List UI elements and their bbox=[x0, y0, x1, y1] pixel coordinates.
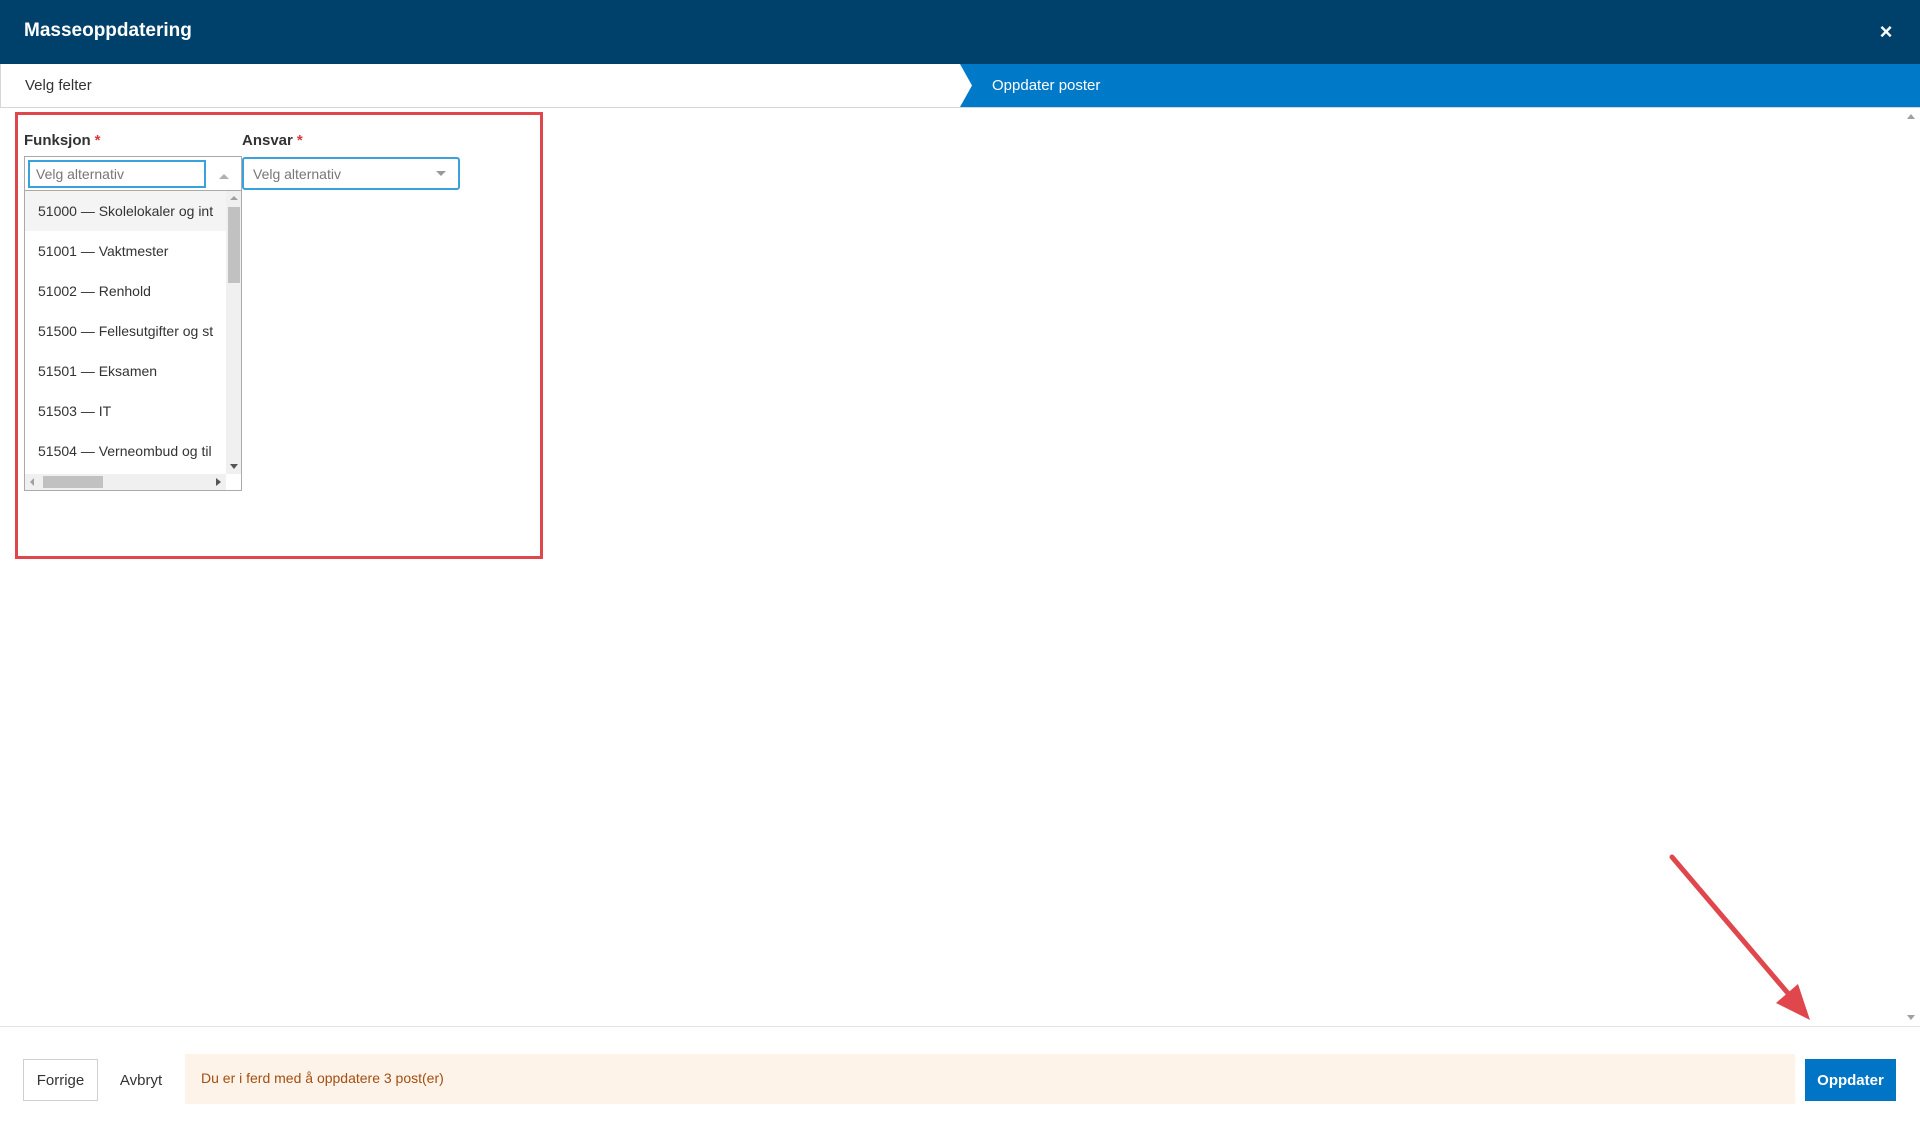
close-icon[interactable]: × bbox=[1872, 18, 1900, 46]
step-label: Oppdater poster bbox=[992, 77, 1101, 94]
option-51000[interactable]: 51000 — Skolelokaler og int bbox=[25, 191, 226, 231]
update-notice: Du er i ferd med å oppdatere 3 post(er) bbox=[185, 1054, 1795, 1104]
funksjon-label: Funksjon * bbox=[24, 132, 101, 149]
scroll-right-icon[interactable] bbox=[216, 478, 221, 486]
dialog-title: Masseoppdatering bbox=[24, 20, 192, 41]
ansvar-select[interactable]: Velg alternativ bbox=[242, 157, 460, 190]
scroll-thumb[interactable] bbox=[43, 476, 103, 488]
funksjon-label-text: Funksjon bbox=[24, 132, 91, 149]
funksjon-search-input[interactable] bbox=[28, 160, 206, 188]
scroll-down-icon[interactable] bbox=[230, 464, 238, 469]
cancel-button[interactable]: Avbryt bbox=[108, 1059, 174, 1101]
scroll-down-icon[interactable] bbox=[1907, 1015, 1915, 1020]
update-notice-text: Du er i ferd med å oppdatere 3 post(er) bbox=[201, 1070, 444, 1086]
required-mark: * bbox=[296, 132, 303, 149]
update-button[interactable]: Oppdater bbox=[1805, 1059, 1896, 1101]
ansvar-label-text: Ansvar bbox=[242, 132, 293, 149]
chevron-down-icon[interactable] bbox=[436, 171, 446, 176]
dialog-header: Masseoppdatering × bbox=[0, 0, 1920, 64]
scroll-up-icon[interactable] bbox=[230, 196, 238, 200]
option-51504[interactable]: 51504 — Verneombud og til bbox=[25, 431, 226, 471]
step-oppdater-poster[interactable]: Oppdater poster bbox=[960, 64, 1920, 107]
option-51001[interactable]: 51001 — Vaktmester bbox=[25, 231, 226, 271]
option-51501[interactable]: 51501 — Eksamen bbox=[25, 351, 226, 391]
option-51002[interactable]: 51002 — Renhold bbox=[25, 271, 226, 311]
ansvar-label: Ansvar * bbox=[242, 132, 303, 149]
dialog-footer: Forrige Avbryt Du er i ferd med å oppdat… bbox=[0, 1026, 1920, 1129]
option-51503[interactable]: 51503 — IT bbox=[25, 391, 226, 431]
scroll-up-icon[interactable] bbox=[1907, 114, 1915, 119]
scroll-thumb[interactable] bbox=[228, 207, 240, 283]
ansvar-placeholder: Velg alternativ bbox=[253, 166, 341, 182]
required-mark: * bbox=[94, 132, 101, 149]
previous-button[interactable]: Forrige bbox=[23, 1059, 98, 1101]
dropdown-vertical-scrollbar[interactable] bbox=[226, 191, 241, 474]
chevron-up-icon[interactable] bbox=[219, 174, 229, 179]
funksjon-dropdown-list: 51000 — Skolelokaler og int 51001 — Vakt… bbox=[24, 190, 242, 491]
funksjon-select[interactable] bbox=[24, 156, 242, 190]
scroll-left-icon[interactable] bbox=[30, 478, 34, 486]
dropdown-horizontal-scrollbar[interactable] bbox=[25, 474, 226, 490]
content-scrollbar[interactable] bbox=[1903, 108, 1920, 1026]
option-51500[interactable]: 51500 — Fellesutgifter og st bbox=[25, 311, 226, 351]
step-velg-felter[interactable]: Velg felter bbox=[0, 64, 964, 107]
step-label: Velg felter bbox=[25, 77, 92, 94]
wizard-steps: Velg felter Oppdater poster bbox=[0, 64, 1920, 108]
